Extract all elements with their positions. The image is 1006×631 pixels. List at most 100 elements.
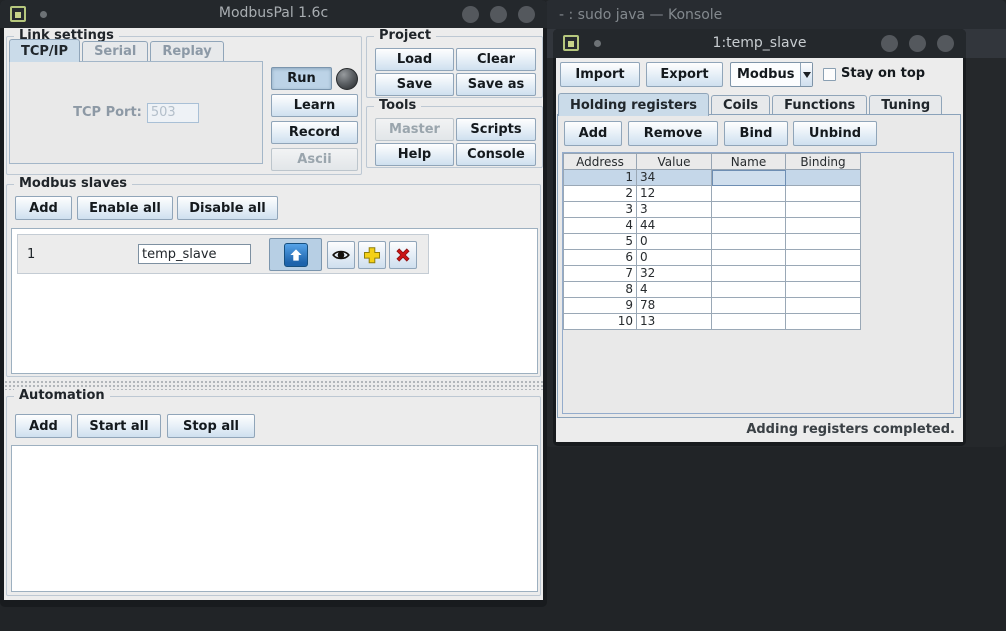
register-bind-button[interactable]: Bind <box>724 121 788 146</box>
cell-name[interactable] <box>712 186 786 202</box>
register-add-button[interactable]: Add <box>564 121 622 146</box>
cell-address[interactable]: 7 <box>563 266 637 282</box>
cell-name[interactable] <box>712 266 786 282</box>
tab-tuning[interactable]: Tuning <box>869 95 942 115</box>
cell-binding[interactable] <box>786 202 861 218</box>
cell-value[interactable]: 44 <box>637 218 712 234</box>
cell-address[interactable]: 5 <box>563 234 637 250</box>
tab-functions[interactable]: Functions <box>772 95 867 115</box>
cell-address[interactable]: 1 <box>563 170 637 186</box>
cell-address[interactable]: 10 <box>563 314 637 330</box>
cell-value[interactable]: 0 <box>637 250 712 266</box>
column-header-name[interactable]: Name <box>712 153 786 170</box>
save-button[interactable]: Save <box>375 73 454 96</box>
cell-value[interactable]: 78 <box>637 298 712 314</box>
cell-name[interactable] <box>712 170 786 186</box>
register-unbind-button[interactable]: Unbind <box>793 121 877 146</box>
slave-add-button[interactable]: Add <box>15 196 72 220</box>
table-row[interactable]: 1013 <box>563 314 953 330</box>
register-remove-button[interactable]: Remove <box>628 121 718 146</box>
cell-name[interactable] <box>712 218 786 234</box>
console-button[interactable]: Console <box>456 143 536 166</box>
maximize-button[interactable] <box>909 35 926 52</box>
slave-enabled-toggle[interactable] <box>269 238 322 271</box>
cell-value[interactable]: 4 <box>637 282 712 298</box>
automation-add-button[interactable]: Add <box>15 414 72 438</box>
combobox-arrow-button[interactable] <box>800 63 812 86</box>
tcp-port-input[interactable] <box>147 103 199 123</box>
table-row[interactable]: 732 <box>563 266 953 282</box>
stay-on-top-checkbox[interactable] <box>823 68 836 81</box>
table-row[interactable]: 84 <box>563 282 953 298</box>
cell-address[interactable]: 3 <box>563 202 637 218</box>
minimize-button[interactable] <box>881 35 898 52</box>
cell-name[interactable] <box>712 298 786 314</box>
slave-row[interactable]: 1 <box>17 234 429 274</box>
cell-address[interactable]: 9 <box>563 298 637 314</box>
export-button[interactable]: Export <box>646 62 723 87</box>
cell-value[interactable]: 34 <box>637 170 712 186</box>
cell-address[interactable]: 6 <box>563 250 637 266</box>
table-row[interactable]: 444 <box>563 218 953 234</box>
cell-name[interactable] <box>712 314 786 330</box>
table-row[interactable]: 50 <box>563 234 953 250</box>
maximize-button[interactable] <box>490 6 507 23</box>
stop-all-button[interactable]: Stop all <box>167 414 255 438</box>
clear-button[interactable]: Clear <box>456 48 536 71</box>
run-button[interactable]: Run <box>271 67 332 90</box>
scripts-button[interactable]: Scripts <box>456 118 536 141</box>
table-row[interactable]: 978 <box>563 298 953 314</box>
cell-binding[interactable] <box>786 170 861 186</box>
table-row[interactable]: 60 <box>563 250 953 266</box>
start-all-button[interactable]: Start all <box>77 414 161 438</box>
cell-value[interactable]: 32 <box>637 266 712 282</box>
cell-binding[interactable] <box>786 250 861 266</box>
cell-value[interactable]: 0 <box>637 234 712 250</box>
cell-value[interactable]: 13 <box>637 314 712 330</box>
learn-button[interactable]: Learn <box>271 94 358 117</box>
help-button[interactable]: Help <box>375 143 454 166</box>
cell-name[interactable] <box>712 202 786 218</box>
slave-view-button[interactable] <box>327 241 355 269</box>
column-header-address[interactable]: Address <box>563 153 637 170</box>
cell-binding[interactable] <box>786 218 861 234</box>
cell-value[interactable]: 3 <box>637 202 712 218</box>
import-button[interactable]: Import <box>560 62 640 87</box>
close-button[interactable] <box>518 6 535 23</box>
table-row[interactable]: 212 <box>563 186 953 202</box>
table-row[interactable]: 134 <box>563 170 953 186</box>
cell-address[interactable]: 8 <box>563 282 637 298</box>
record-button[interactable]: Record <box>271 121 358 144</box>
cell-binding[interactable] <box>786 266 861 282</box>
cell-binding[interactable] <box>786 282 861 298</box>
cell-name[interactable] <box>712 250 786 266</box>
save-as-button[interactable]: Save as <box>456 73 536 96</box>
enable-all-button[interactable]: Enable all <box>77 196 173 220</box>
cell-binding[interactable] <box>786 314 861 330</box>
cell-address[interactable]: 2 <box>563 186 637 202</box>
tab-coils[interactable]: Coils <box>711 95 770 115</box>
tab-replay[interactable]: Replay <box>150 41 223 61</box>
disable-all-button[interactable]: Disable all <box>177 196 278 220</box>
tab-tcpip[interactable]: TCP/IP <box>9 39 80 62</box>
cell-name[interactable] <box>712 234 786 250</box>
cell-value[interactable]: 12 <box>637 186 712 202</box>
tab-serial[interactable]: Serial <box>82 41 148 61</box>
slave-name-input[interactable] <box>138 244 251 264</box>
cell-binding[interactable] <box>786 186 861 202</box>
modbuspal-titlebar[interactable]: ModbusPal 1.6c <box>0 0 547 28</box>
tab-holding-registers[interactable]: Holding registers <box>558 93 709 116</box>
close-button[interactable] <box>937 35 954 52</box>
cell-name[interactable] <box>712 282 786 298</box>
cell-binding[interactable] <box>786 298 861 314</box>
cell-address[interactable]: 4 <box>563 218 637 234</box>
minimize-button[interactable] <box>462 6 479 23</box>
slave-add-automation-button[interactable] <box>358 241 386 269</box>
table-row[interactable]: 33 <box>563 202 953 218</box>
column-header-value[interactable]: Value <box>637 153 712 170</box>
temp-slave-titlebar[interactable]: 1:temp_slave <box>553 29 966 58</box>
cell-binding[interactable] <box>786 234 861 250</box>
slave-delete-button[interactable] <box>389 241 417 269</box>
load-button[interactable]: Load <box>375 48 454 71</box>
modbus-combobox[interactable]: Modbus <box>730 62 813 87</box>
